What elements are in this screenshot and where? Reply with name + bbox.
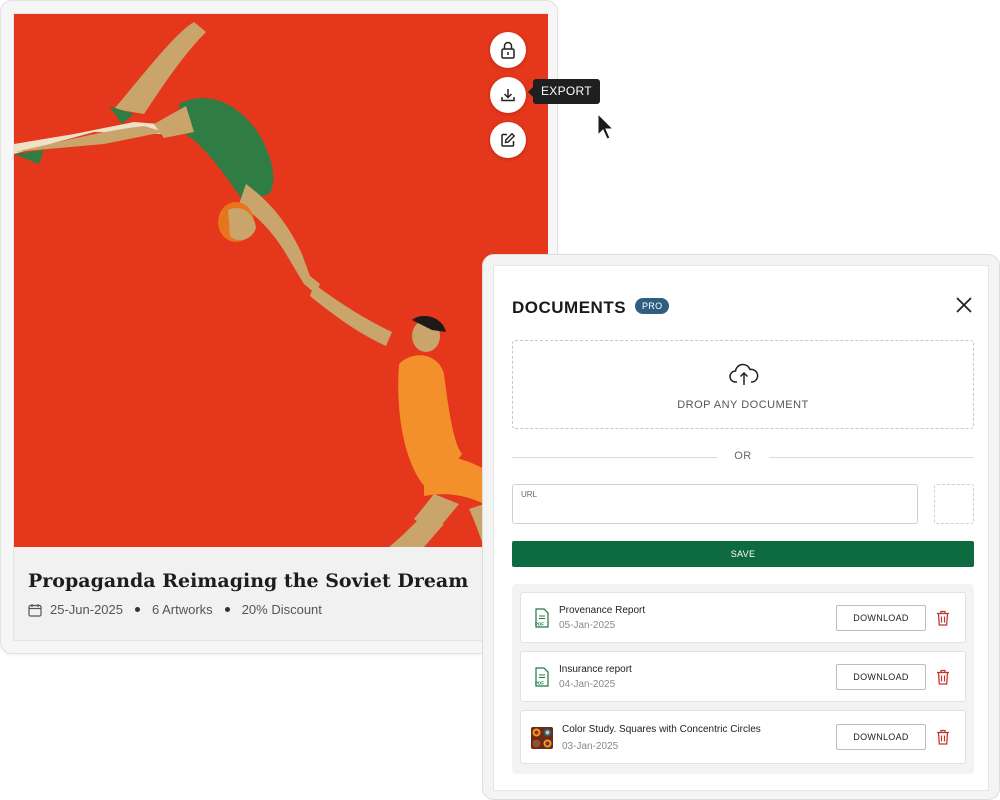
artwork-count: 6 Artworks: [152, 602, 213, 617]
pdf-file-icon: PDF: [535, 608, 549, 628]
svg-text:PDF: PDF: [535, 681, 544, 686]
image-thumbnail-art: [531, 727, 553, 749]
svg-text:PDF: PDF: [535, 622, 544, 627]
calendar-icon: [28, 603, 42, 617]
lock-button[interactable]: [490, 32, 526, 68]
separator-dot: [135, 607, 140, 612]
screen: Propaganda Reimaging the Soviet Dream 25…: [0, 0, 1000, 800]
document-date: 03-Jan-2025: [562, 741, 619, 752]
artwork-date: 25-Jun-2025: [50, 602, 123, 617]
artwork-image[interactable]: [14, 14, 548, 547]
or-label: OR: [734, 450, 752, 462]
save-button[interactable]: SAVE: [512, 541, 974, 567]
artwork-illustration: [14, 22, 514, 547]
document-name: Color Study. Squares with Concentric Cir…: [562, 724, 761, 735]
download-icon: [501, 89, 515, 102]
artwork-card[interactable]: Propaganda Reimaging the Soviet Dream 25…: [0, 0, 558, 654]
cloud-upload-icon: [729, 363, 759, 385]
delete-icon[interactable]: [936, 610, 950, 626]
close-icon[interactable]: [955, 296, 973, 314]
download-button[interactable]: DOWNLOAD: [836, 724, 926, 750]
delete-icon[interactable]: [936, 669, 950, 685]
pro-badge: PRO: [635, 298, 670, 314]
artwork-discount: 20% Discount: [241, 602, 322, 617]
lock-icon: [501, 41, 515, 59]
separator-dot: [224, 607, 230, 612]
artwork-card-inner: Propaganda Reimaging the Soviet Dream 25…: [13, 13, 548, 641]
edit-icon: [501, 132, 516, 147]
artwork-title: Propaganda Reimaging the Soviet Dream: [28, 570, 469, 592]
edit-button[interactable]: [490, 122, 526, 158]
dropzone-label: DROP ANY DOCUMENT: [677, 399, 809, 411]
mouse-cursor-icon: [597, 113, 615, 140]
delete-icon[interactable]: [936, 729, 950, 745]
url-field[interactable]: URL: [512, 484, 918, 524]
document-name: Insurance report: [559, 664, 632, 675]
url-label: URL: [521, 490, 538, 499]
artwork-meta: 25-Jun-2025 6 Artworks 20% Discount: [28, 602, 322, 617]
document-list: PDF Provenance Report 05-Jan-2025 DOWNLO…: [512, 584, 974, 774]
documents-panel: DOCUMENTS PRO DROP ANY DOCUMENT OR URL S…: [493, 265, 989, 791]
document-item: PDF Provenance Report 05-Jan-2025 DOWNLO…: [520, 592, 966, 643]
url-preview-box: [934, 484, 974, 524]
document-item: Color Study. Squares with Concentric Cir…: [520, 710, 966, 764]
or-divider: OR: [512, 450, 974, 464]
document-item: PDF Insurance report 04-Jan-2025 DOWNLOA…: [520, 651, 966, 702]
document-date: 05-Jan-2025: [559, 620, 616, 631]
document-name: Provenance Report: [559, 605, 646, 616]
download-button[interactable]: DOWNLOAD: [836, 605, 926, 631]
documents-title: DOCUMENTS: [512, 298, 627, 317]
divider-line: [769, 457, 974, 458]
export-tooltip: EXPORT: [528, 79, 600, 104]
documents-dialog: DOCUMENTS PRO DROP ANY DOCUMENT OR URL S…: [482, 254, 1000, 800]
download-button[interactable]: DOWNLOAD: [836, 664, 926, 690]
pdf-file-icon: PDF: [535, 667, 549, 687]
divider-line: [512, 457, 717, 458]
document-date: 04-Jan-2025: [559, 679, 616, 690]
export-button[interactable]: [490, 77, 526, 113]
document-dropzone[interactable]: DROP ANY DOCUMENT: [512, 340, 974, 429]
url-input[interactable]: [521, 503, 911, 521]
image-thumbnail: [531, 727, 553, 749]
